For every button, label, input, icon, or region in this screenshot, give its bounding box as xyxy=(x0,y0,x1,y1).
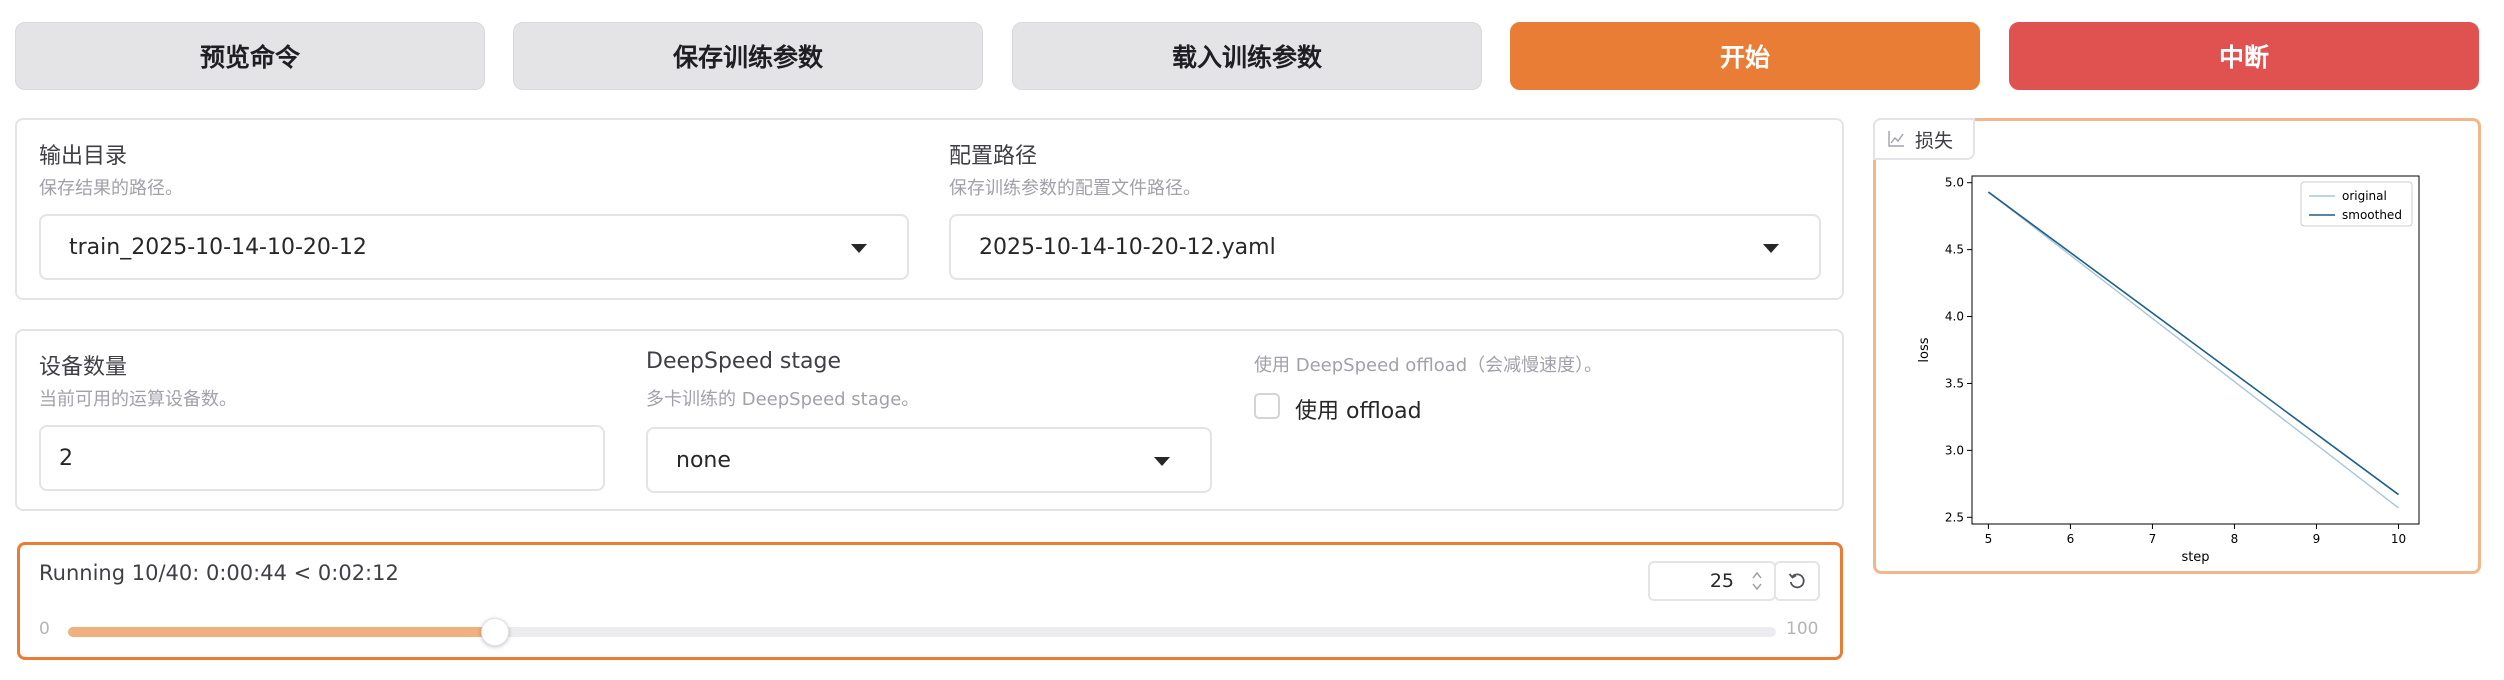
y-tick-label: 5.0 xyxy=(1945,176,1964,190)
ds-offload-label: 使用 offload xyxy=(1295,399,1422,424)
preview-command-label: 预览命令 xyxy=(199,43,300,72)
y-tick-label: 4.0 xyxy=(1945,310,1964,324)
y-axis-label: loss xyxy=(1917,337,1932,362)
config-path-info: 保存训练参数的配置文件路径。 xyxy=(949,178,1201,199)
legend-label-original: original xyxy=(2342,189,2387,203)
x-tick-label: 10 xyxy=(2391,532,2406,546)
abort-label: 中断 xyxy=(2218,43,2269,72)
progress-status: Running 10/40: 0:00:44 < 0:02:12 xyxy=(39,561,399,585)
ds-stage-value: none xyxy=(676,447,731,473)
x-axis-label: step xyxy=(2181,550,2209,565)
load-params-button[interactable]: 载入训练参数 xyxy=(1012,22,1482,90)
x-tick-label: 8 xyxy=(2231,532,2239,546)
start-button[interactable]: 开始 xyxy=(1510,22,1980,90)
device-count-input[interactable]: 2 xyxy=(39,425,605,491)
progress-number-input[interactable]: 25 xyxy=(1648,561,1776,601)
config-path-label: 配置路径 xyxy=(949,144,1038,169)
legend-label-smoothed: smoothed xyxy=(2342,208,2402,222)
device-count-info: 当前可用的运算设备数。 xyxy=(39,389,237,410)
progress-fill xyxy=(68,627,495,637)
series-line-smoothed xyxy=(1987,191,2399,496)
abort-button[interactable]: 中断 xyxy=(2009,22,2479,90)
progress-thumb[interactable] xyxy=(481,618,509,646)
output-dir-value: train_2025-10-14-10-20-12 xyxy=(69,234,367,260)
config-path-dropdown[interactable]: 2025-10-14-10-20-12.yaml xyxy=(949,214,1821,280)
output-config-panel: 输出目录 保存结果的路径。 train_2025-10-14-10-20-12 … xyxy=(15,118,1844,300)
preview-command-button[interactable]: 预览命令 xyxy=(15,22,485,90)
x-tick-label: 9 xyxy=(2313,532,2321,546)
x-tick-label: 7 xyxy=(2149,532,2157,546)
ds-stage-label: DeepSpeed stage xyxy=(646,349,842,374)
y-tick-label: 3.0 xyxy=(1945,443,1964,457)
x-tick-label: 5 xyxy=(1985,532,1993,546)
save-params-label: 保存训练参数 xyxy=(672,43,823,72)
chevron-down-icon xyxy=(1763,244,1779,253)
config-path-value: 2025-10-14-10-20-12.yaml xyxy=(979,234,1276,260)
start-label: 开始 xyxy=(1719,43,1770,72)
y-tick-label: 4.5 xyxy=(1945,243,1964,257)
loss-chart: 5 6 7 8 9 10 2.5 3.0 3.5 4.0 4.5 5.0 step loss origina… xyxy=(1917,175,2420,565)
device-deepspeed-panel: 设备数量 当前可用的运算设备数。 2 DeepSpeed stage 多卡训练的… xyxy=(15,329,1844,511)
ds-offload-checkbox[interactable] xyxy=(1254,393,1280,419)
chevron-down-icon xyxy=(1154,457,1170,466)
ds-offload-info: 使用 DeepSpeed offload（会减慢速度）。 xyxy=(1254,355,1603,376)
chevron-down-icon xyxy=(851,244,867,253)
y-tick-label: 3.5 xyxy=(1945,376,1964,390)
device-count-label: 设备数量 xyxy=(39,355,128,380)
x-tick-label: 6 xyxy=(2067,532,2075,546)
progress-min-label: 0 xyxy=(39,619,50,639)
spinner-arrows-icon[interactable] xyxy=(1750,569,1764,593)
output-dir-info: 保存结果的路径。 xyxy=(39,178,183,199)
reset-button[interactable] xyxy=(1774,561,1820,601)
load-params-label: 载入训练参数 xyxy=(1171,43,1322,72)
progress-number-value: 25 xyxy=(1709,570,1734,592)
output-dir-label: 输出目录 xyxy=(39,144,128,169)
save-params-button[interactable]: 保存训练参数 xyxy=(513,22,983,90)
ds-stage-dropdown[interactable]: none xyxy=(646,427,1212,493)
device-count-value: 2 xyxy=(59,445,73,471)
loss-plot-panel: 损失 5 6 7 8 9 10 2.5 3.0 3.5 4.0 4.5 5.0 step loss orig… xyxy=(1873,118,2481,574)
reset-icon xyxy=(1788,573,1805,589)
series-line-original xyxy=(1987,191,2399,509)
progress-max-label: 100 xyxy=(1786,619,1819,639)
ds-stage-info: 多卡训练的 DeepSpeed stage。 xyxy=(646,389,920,410)
progress-panel: Running 10/40: 0:00:44 < 0:02:12 25 0 10… xyxy=(17,542,1843,660)
output-dir-dropdown[interactable]: train_2025-10-14-10-20-12 xyxy=(39,214,909,280)
y-tick-label: 2.5 xyxy=(1945,510,1964,524)
progress-track[interactable] xyxy=(68,618,1776,646)
